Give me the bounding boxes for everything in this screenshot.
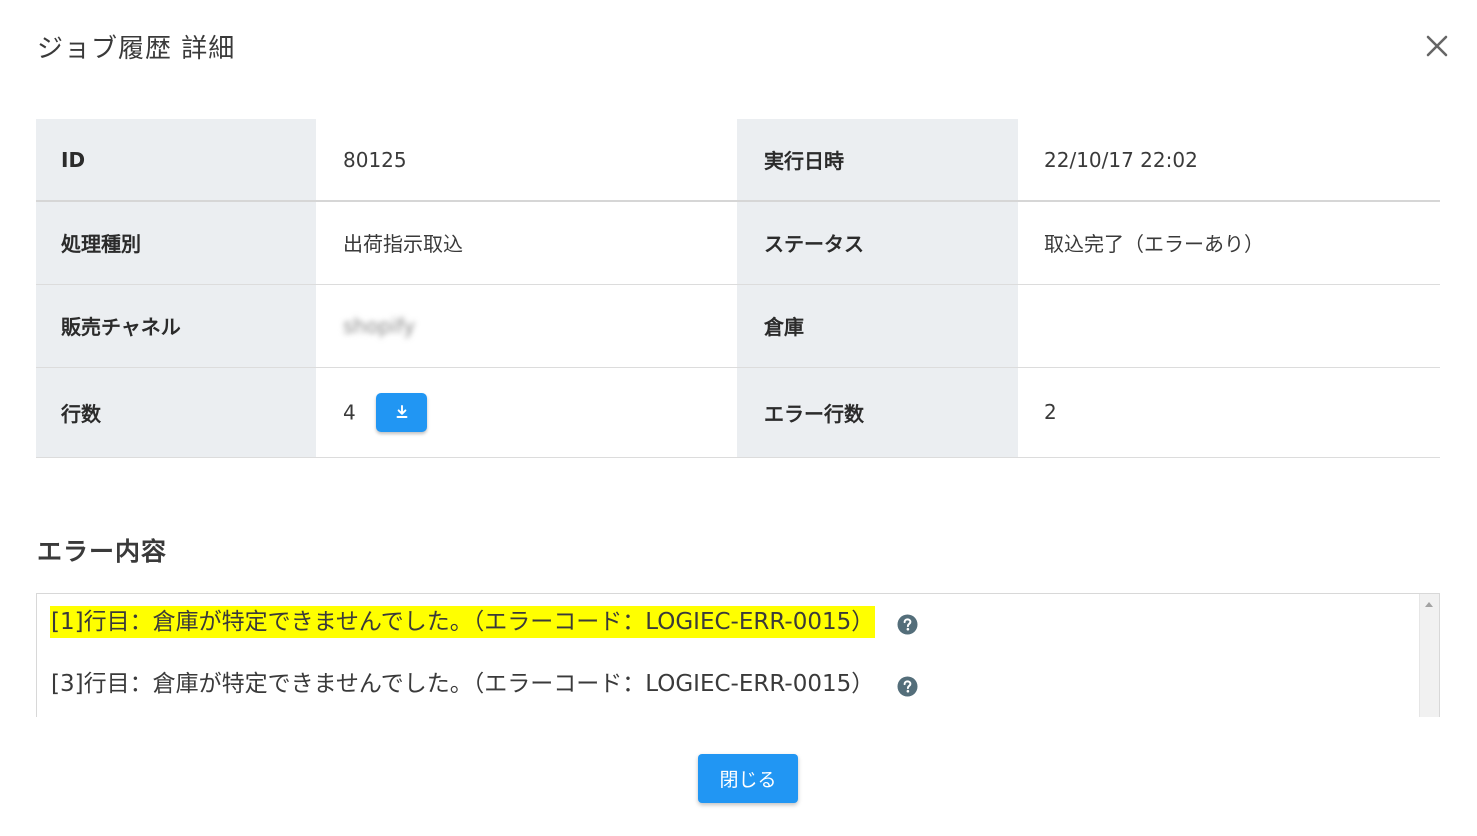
- error-list-box[interactable]: [1]行目：倉庫が特定できませんでした。（エラーコード：LOGIEC-ERR-0…: [36, 593, 1440, 717]
- label-process-type: 処理種別: [36, 201, 316, 285]
- value-id: 80125: [316, 119, 737, 202]
- error-message: [3]行目：倉庫が特定できませんでした。（エラーコード：LOGIEC-ERR-0…: [51, 671, 875, 697]
- list-item: [1]行目：倉庫が特定できませんでした。（エラーコード：LOGIEC-ERR-0…: [50, 606, 918, 668]
- download-icon: [396, 405, 408, 418]
- value-executed-at: 22/10/17 22:02: [1018, 119, 1440, 202]
- scroll-up-arrow-icon[interactable]: [1425, 602, 1433, 607]
- label-status: ステータス: [737, 201, 1018, 285]
- list-item: [3]行目：倉庫が特定できませんでした。（エラーコード：LOGIEC-ERR-0…: [50, 668, 918, 717]
- value-row-count: 4: [343, 400, 356, 424]
- dialog-title: ジョブ履歴 詳細: [37, 34, 236, 64]
- value-status: 取込完了（エラーあり）: [1018, 201, 1440, 285]
- value-error-row-count: 2: [1018, 367, 1440, 458]
- label-executed-at: 実行日時: [737, 119, 1018, 202]
- label-row-count: 行数: [36, 367, 316, 458]
- label-warehouse: 倉庫: [737, 284, 1018, 368]
- label-sales-channel: 販売チャネル: [36, 284, 316, 368]
- table-row: 行数 4 エラー行数 2: [36, 367, 1440, 458]
- table-row: 販売チャネル shopify 倉庫: [36, 284, 1440, 368]
- value-process-type: 出荷指示取込: [316, 201, 737, 285]
- value-warehouse: [1018, 284, 1440, 368]
- close-button[interactable]: 閉じる: [698, 754, 798, 803]
- job-history-detail-dialog: ジョブ履歴 詳細 ID 80125 実行日時 22/10/17 22:02 処理…: [0, 0, 1477, 836]
- label-error-row-count: エラー行数: [737, 367, 1018, 458]
- error-list: [1]行目：倉庫が特定できませんでした。（エラーコード：LOGIEC-ERR-0…: [50, 606, 918, 717]
- help-circle-icon[interactable]: [897, 614, 918, 635]
- error-message: [1]行目：倉庫が特定できませんでした。（エラーコード：LOGIEC-ERR-0…: [50, 606, 876, 638]
- table-row: ID 80125 実行日時 22/10/17 22:02: [36, 119, 1440, 202]
- close-icon[interactable]: [1418, 27, 1456, 65]
- scrollbar[interactable]: [1419, 594, 1439, 717]
- detail-table: ID 80125 実行日時 22/10/17 22:02 処理種別 出荷指示取込…: [36, 119, 1440, 458]
- help-circle-icon[interactable]: [897, 676, 918, 697]
- download-button[interactable]: [376, 392, 428, 432]
- error-section-title: エラー内容: [37, 537, 168, 566]
- table-row: 処理種別 出荷指示取込 ステータス 取込完了（エラーあり）: [36, 201, 1440, 285]
- label-id: ID: [36, 119, 316, 202]
- value-sales-channel: shopify: [343, 313, 416, 338]
